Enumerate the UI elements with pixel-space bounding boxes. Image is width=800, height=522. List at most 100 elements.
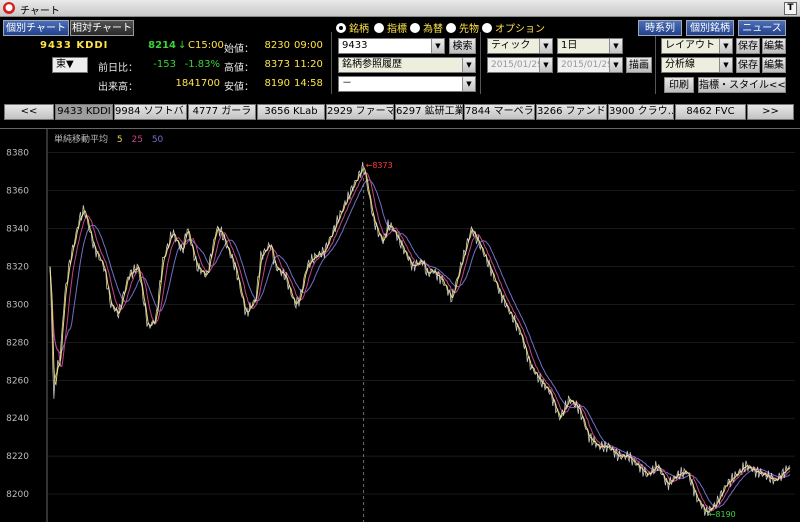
divider (331, 32, 332, 94)
open-label: 始値： (224, 44, 254, 55)
low-time: 14:58 (294, 78, 323, 89)
radio-label: 為替 (423, 24, 443, 35)
divider (655, 32, 656, 94)
chevron-down-icon[interactable]: ▼ (719, 39, 732, 53)
interval-value: 1日 (561, 40, 578, 51)
analysis-line-value: 分析線 (665, 59, 695, 70)
ma-50-line (49, 179, 791, 508)
y-tick-label: 8200 (6, 490, 29, 500)
data-type-select[interactable]: ティック ▼ (487, 38, 553, 54)
tab-4777[interactable]: 4777 ガーラ (188, 104, 256, 120)
radio-options[interactable]: オプション (482, 20, 545, 35)
radio-off-icon (446, 23, 456, 33)
radio-label: 指標 (387, 24, 407, 35)
prev-day-label: 前日比： (98, 63, 138, 74)
from-date-select[interactable]: 2015/01/29 ▼ (487, 57, 553, 73)
price-line (49, 161, 791, 516)
chart-area[interactable]: 8200 8220 8240 8260 8280 8300 8320 8340 8360 8380… (0, 128, 800, 522)
reference-history-select[interactable]: 銘柄参照履歴 ▼ (338, 57, 476, 73)
tab-8462[interactable]: 8462 FVC (675, 104, 746, 120)
stock-code-name: 9433 KDDI (40, 40, 109, 51)
price-chart: 8200 8220 8240 8260 8280 8300 8320 8340 8360 8380… (6, 129, 795, 522)
chevron-down-icon[interactable]: ▼ (539, 39, 552, 53)
edit-layout-button[interactable]: 編集 (762, 38, 786, 54)
y-tick-label: 8260 (6, 376, 29, 386)
open-value: 8230 (264, 40, 290, 51)
radio-label: オプション (495, 24, 545, 35)
current-price: 8214 (148, 40, 176, 51)
tab-scroll-left[interactable]: << (4, 104, 54, 120)
radio-futures[interactable]: 先物 (446, 20, 479, 35)
tab-individual-chart[interactable]: 個別チャート (3, 20, 69, 36)
chevron-down-icon[interactable]: ▼ (609, 39, 622, 53)
chevron-down-icon[interactable]: ▼ (462, 58, 475, 72)
window-title: チャート (20, 6, 60, 17)
tab-7844[interactable]: 7844 マーベラス (464, 104, 535, 120)
legend-period-5: 5 (116, 135, 123, 145)
indicator-style-button[interactable]: 指標・スタイル<< (698, 77, 786, 93)
open-time: 09:00 (294, 40, 323, 51)
stock-code-input[interactable]: 9433 ▼ (338, 38, 445, 54)
radio-forex[interactable]: 為替 (410, 20, 443, 35)
chevron-down-icon[interactable]: ▼ (539, 58, 552, 72)
close-icon[interactable]: T (784, 2, 797, 15)
chevron-down-icon[interactable]: ▼ (609, 58, 622, 72)
third-select-value: － (342, 78, 352, 89)
y-tick-label: 8300 (6, 300, 29, 310)
tab-3266[interactable]: 3266 ファンド… (536, 104, 607, 120)
analysis-line-select[interactable]: 分析線 ▼ (661, 57, 733, 73)
layout-value: レイアウト (665, 40, 715, 51)
tab-scroll-right[interactable]: >> (747, 104, 794, 120)
time-series-button[interactable]: 時系列 (638, 20, 682, 36)
layout-select[interactable]: レイアウト ▼ (661, 38, 733, 54)
app-icon: ● (3, 2, 15, 14)
save-layout-button[interactable]: 保存 (736, 38, 760, 54)
tab-2929[interactable]: 2929 ファーマF (326, 104, 394, 120)
y-tick-label: 8340 (6, 225, 29, 235)
radio-stock[interactable]: 銘柄 (336, 20, 369, 35)
chevron-down-icon[interactable]: ▼ (431, 39, 444, 53)
print-button[interactable]: 印刷 (664, 77, 694, 93)
legend-period-25: 25 (131, 135, 143, 145)
exchange-select[interactable]: 東▼ (52, 57, 88, 73)
tab-3656[interactable]: 3656 KLab (257, 104, 325, 120)
radio-off-icon (410, 23, 420, 33)
high-time: 11:20 (294, 59, 323, 70)
moving-average-legend: 単純移動平均 5 25 50 (54, 132, 163, 145)
legend-period-50: 50 (151, 135, 164, 145)
low-label: ←8190 (709, 510, 736, 519)
third-select[interactable]: － ▼ (338, 76, 476, 92)
tab-relative-chart[interactable]: 相対チャート (70, 20, 134, 36)
save-analysis-button[interactable]: 保存 (736, 57, 760, 73)
to-date-select[interactable]: 2015/01/29 ▼ (557, 57, 623, 73)
ma-25-line (49, 172, 791, 511)
tab-9984[interactable]: 9984 ソフトバンク (114, 104, 187, 120)
volume-label: 出来高： (98, 82, 138, 93)
interval-select[interactable]: 1日 ▼ (557, 38, 623, 54)
edit-analysis-button[interactable]: 編集 (762, 57, 786, 73)
radio-off-icon (482, 23, 492, 33)
reference-history-value: 銘柄参照履歴 (342, 59, 402, 70)
change-value: -153 (153, 59, 176, 70)
high-value: 8373 (264, 59, 290, 70)
search-button[interactable]: 検索 (449, 38, 476, 54)
data-type-value: ティック (491, 40, 531, 51)
chevron-down-icon[interactable]: ▼ (719, 58, 732, 72)
individual-stock-button[interactable]: 個別銘柄 (686, 20, 734, 36)
chart-window: ● チャート T 個別チャート 相対チャート 9433 KDDI 8214 ↓ … (0, 0, 800, 522)
high-label: ←8373 (366, 161, 393, 170)
tab-3900[interactable]: 3900 クラウ… (608, 104, 674, 120)
tab-9433[interactable]: 9433 KDDI (55, 104, 113, 120)
news-button[interactable]: ニュース (738, 20, 786, 36)
draw-button[interactable]: 描画 (626, 57, 652, 73)
volume-value: 1841700 (175, 78, 220, 89)
tab-6297[interactable]: 6297 鉱研工業 (395, 104, 463, 120)
down-arrow-icon: ↓ (178, 40, 187, 51)
ma-5-line (49, 165, 791, 513)
price-time: C15:00 (188, 40, 224, 51)
radio-index[interactable]: 指標 (374, 20, 407, 35)
low-label: 安値： (224, 82, 254, 93)
chevron-down-icon[interactable]: ▼ (462, 77, 475, 91)
radio-on-icon (336, 23, 346, 33)
legend-title: 単純移動平均 (54, 135, 109, 145)
